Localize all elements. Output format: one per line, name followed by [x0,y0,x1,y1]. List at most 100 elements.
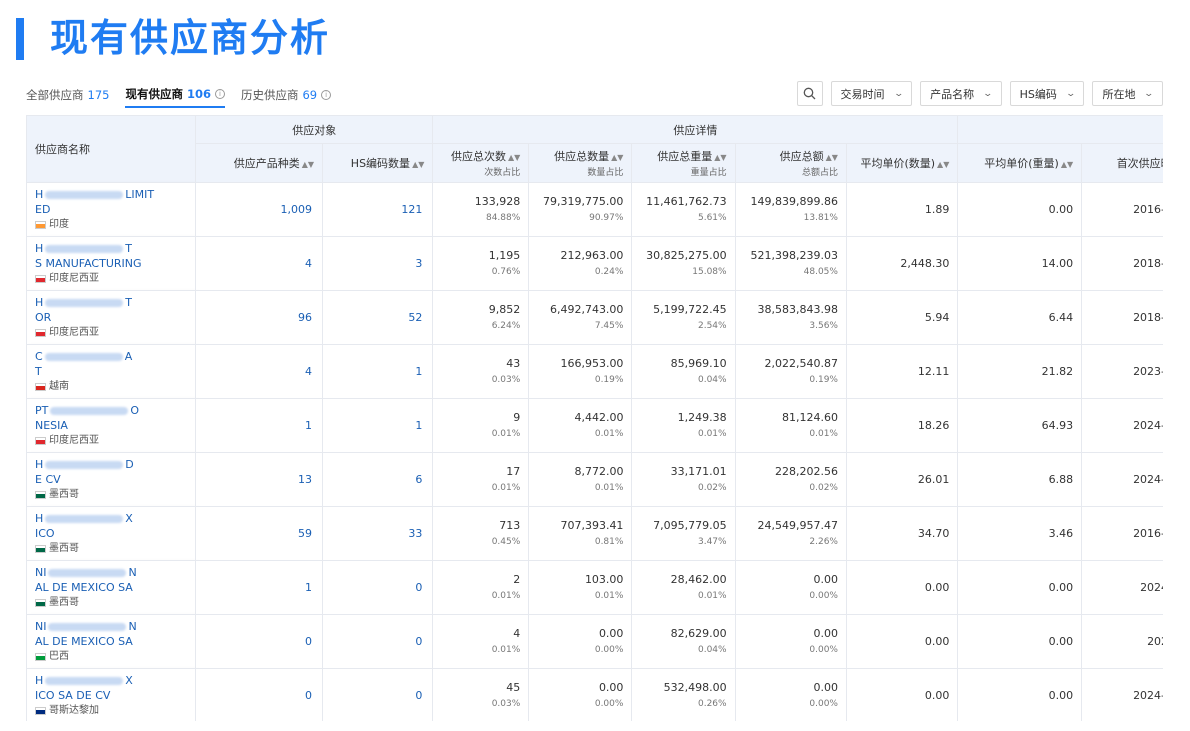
hs-count-link[interactable]: 0 [322,668,434,721]
header-total-times[interactable]: 供应总次数 ▲▼ 次数占比 [432,143,530,183]
hs-count-link[interactable]: 0 [322,560,434,615]
tab-current-suppliers[interactable]: 现有供应商 106 i [125,86,225,108]
hs-count-link[interactable]: 121 [322,182,434,237]
sort-icon[interactable]: ▲▼ [1061,160,1073,169]
header-avg-price-weight[interactable]: 平均单价(重量) ▲▼ [957,143,1083,183]
avg-price-qty: 2,448.30 [845,236,959,291]
product-types-link[interactable]: 4 [195,344,324,399]
amount-value: 228,202.56 [774,464,838,478]
qty-pct: 0.19% [594,374,624,385]
hs-count-link[interactable]: 1 [322,398,434,453]
sort-icon[interactable]: ▲▼ [508,153,520,162]
weight-value: 82,629.00 [670,626,727,640]
product-types-link[interactable]: 0 [195,668,324,721]
sort-icon[interactable]: ▲▼ [826,153,838,162]
tab-history-suppliers[interactable]: 历史供应商 69 i [241,86,332,108]
header-total-amount[interactable]: 供应总额 ▲▼ 总额占比 [734,143,847,183]
filter-label: 所在地 [1102,87,1136,101]
redacted-text [45,461,124,469]
supplier-name-link[interactable]: H T OR [35,295,187,325]
first-supply-date: 2016-07-19 [1081,506,1163,561]
weight-cell: 85,969.10 0.04% [631,344,736,399]
weight-cell: 7,095,779.05 3.47% [631,506,736,561]
supplier-name-link[interactable]: NI N AL DE MEXICO SA [35,619,187,649]
country-label: 越南 [35,379,187,394]
product-types-link[interactable]: 96 [195,290,324,345]
times-pct: 0.01% [491,590,521,601]
filter-hs-code[interactable]: HS编码 ⌄ [1009,81,1085,106]
supplier-name-link[interactable]: H X ICO [35,511,187,541]
sort-icon[interactable]: ▲▼ [611,153,623,162]
supplier-cell: H T S MANUFACTURING 印度尼西亚 [26,236,197,291]
country-name: 巴西 [49,651,69,662]
header-label: 供应总重量 [657,150,713,163]
hs-count-link[interactable]: 3 [322,236,434,291]
avg-price-qty: 12.11 [845,344,959,399]
filter-location[interactable]: 所在地 ⌄ [1092,81,1163,106]
product-types-link[interactable]: 1 [195,398,324,453]
sort-icon[interactable]: ▲▼ [714,153,726,162]
hs-count-link[interactable]: 1 [322,344,434,399]
qty-cell: 166,953.00 0.19% [528,344,633,399]
supplier-name-link[interactable]: NI N AL DE MEXICO SA [35,565,187,595]
tab-all-suppliers[interactable]: 全部供应商 175 [26,86,109,108]
hs-count-link[interactable]: 33 [322,506,434,561]
sort-icon[interactable]: ▲▼ [412,160,424,169]
redacted-text [45,677,124,685]
filter-product-name[interactable]: 产品名称 ⌄ [920,81,1002,106]
amount-pct: 0.19% [809,374,838,385]
supplier-name-start: NI [35,620,47,633]
times-cell: 2 0.01% [432,560,530,615]
product-types-link[interactable]: 59 [195,506,324,561]
supplier-name-end: NESIA [35,419,68,432]
info-icon[interactable]: i [214,89,225,99]
header-label: HS编码数量 [350,157,411,170]
product-types-link[interactable]: 4 [195,236,324,291]
hs-count-link[interactable]: 0 [322,614,434,669]
sort-icon[interactable]: ▲▼ [302,160,314,169]
header-label: 供应总数量 [554,150,610,163]
hs-count-link[interactable]: 6 [322,452,434,507]
info-icon[interactable]: i [321,90,332,100]
product-types-link[interactable]: 1,009 [195,182,324,237]
qty-pct: 0.00% [594,698,624,709]
supplier-name-link[interactable]: H X ICO SA DE CV [35,673,187,703]
product-types-link[interactable]: 13 [195,452,324,507]
amount-cell: 149,839,899.86 13.81% [734,182,847,237]
header-total-weight[interactable]: 供应总重量 ▲▼ 重量占比 [631,143,736,183]
avg-price-qty: 26.01 [845,452,959,507]
search-button[interactable] [796,81,823,106]
header-total-qty[interactable]: 供应总数量 ▲▼ 数量占比 [528,143,633,183]
supplier-table-container[interactable]: 供应商名称 供应对象 供应详情 供应产品种类 ▲▼ HS编码数量 ▲▼ 供应总次数 ▲… [26,115,1163,721]
weight-cell: 11,461,762.73 5.61% [631,182,736,237]
header-product-types[interactable]: 供应产品种类 ▲▼ [195,143,324,183]
first-supply-date: 2024-04-26 [1081,398,1163,453]
supplier-name-link[interactable]: C A T [35,349,187,379]
country-label: 巴西 [35,649,187,664]
qty-value: 212,963.00 [560,248,624,262]
product-types-link[interactable]: 1 [195,560,324,615]
amount-pct: 0.00% [809,590,838,601]
filter-trade-time[interactable]: 交易时间 ⌄ [830,81,913,106]
header-group-empty [957,115,1163,144]
times-cell: 1,195 0.76% [432,236,530,291]
sort-icon[interactable]: ▲▼ [937,160,949,169]
times-value: 4 [513,626,521,640]
flag-icon [35,274,46,283]
supplier-name-link[interactable]: H LIMIT ED [35,187,187,217]
supplier-name-link[interactable]: H T S MANUFACTURING [35,241,187,271]
hs-count-link[interactable]: 52 [322,290,434,345]
search-icon [803,87,816,100]
header-first-supply[interactable]: 首次供应时间▲▼ [1081,143,1163,183]
amount-value: 0.00 [813,572,838,586]
header-hs-count[interactable]: HS编码数量 ▲▼ [322,143,434,183]
product-types-link[interactable]: 0 [195,614,324,669]
header-avg-price-qty[interactable]: 平均单价(数量) ▲▼ [845,143,959,183]
country-name: 印度 [49,219,69,230]
supplier-name-link[interactable]: H D E CV [35,457,187,487]
supplier-name-end: ED [35,203,51,216]
redacted-text [45,191,124,199]
supplier-name-link[interactable]: PT O NESIA [35,403,187,433]
header-label: 平均单价(数量) [860,157,936,170]
qty-cell: 8,772.00 0.01% [528,452,633,507]
